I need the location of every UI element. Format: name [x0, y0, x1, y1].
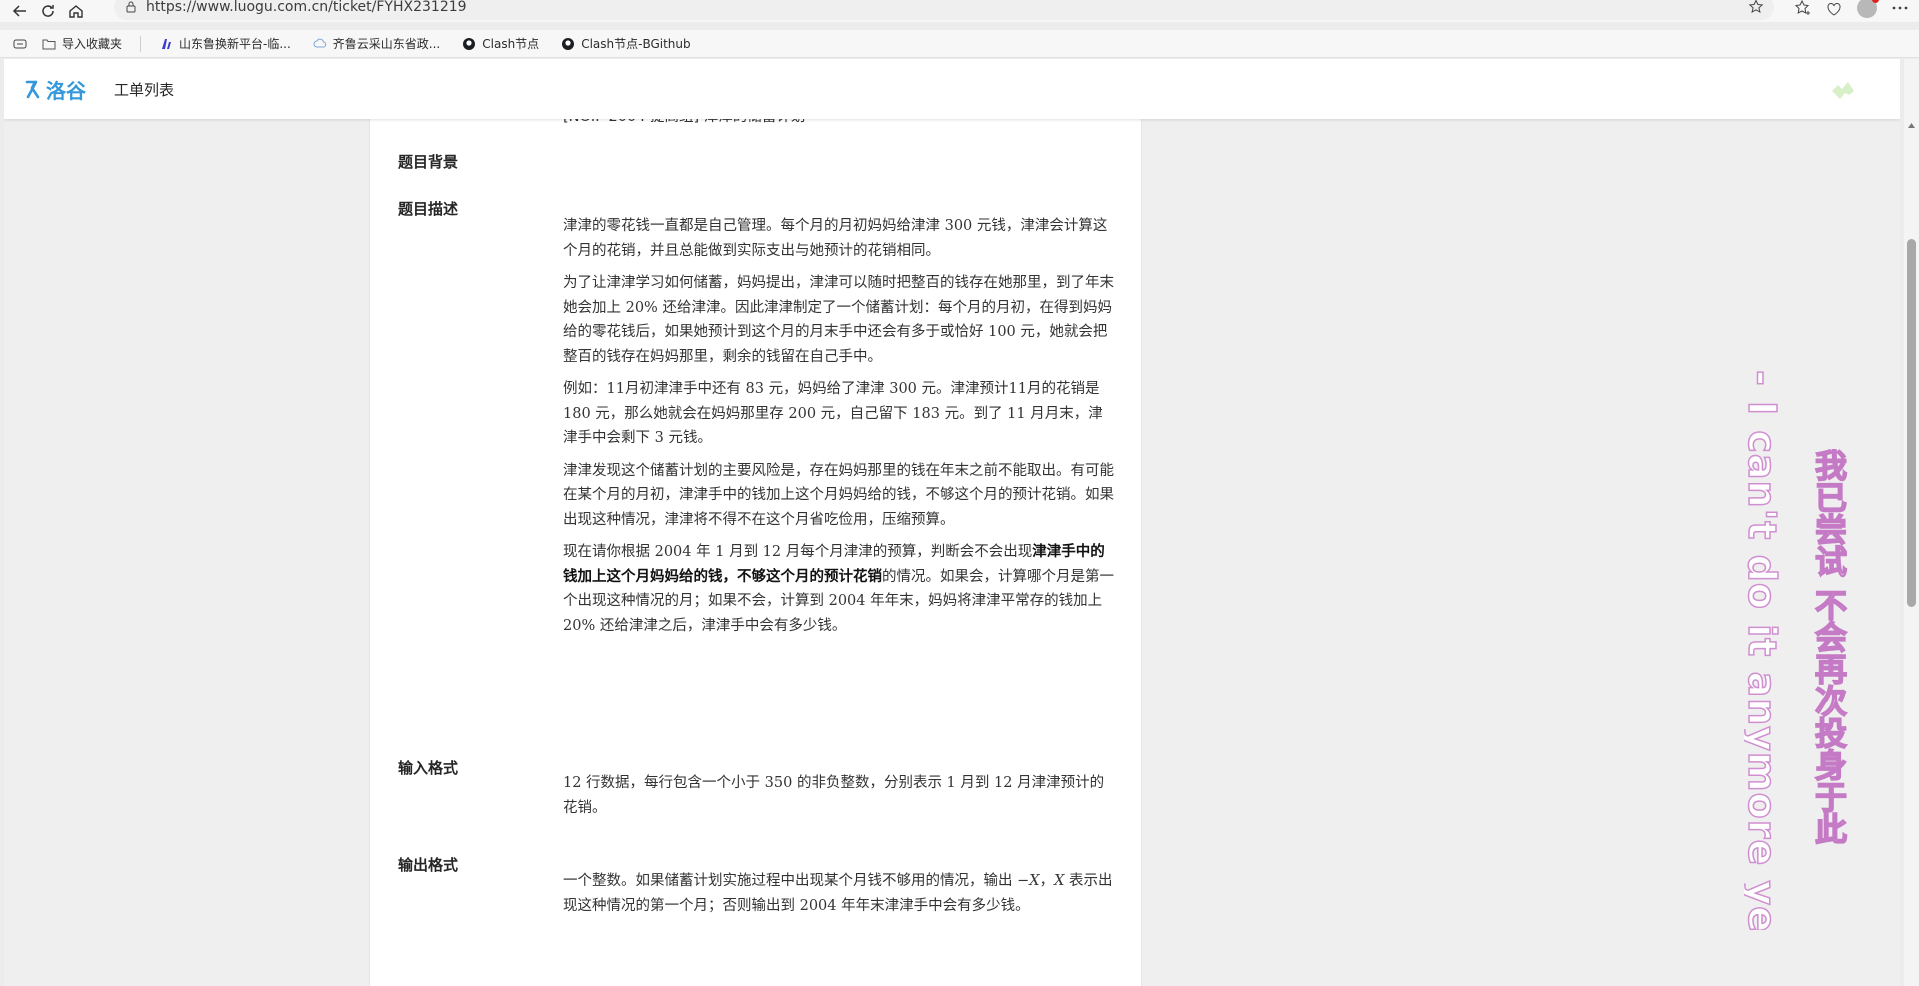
overlay-chinese-text: 我已尝试 不会再次投身于此 [1809, 448, 1849, 845]
problem-card: 题目名称 [NOIP 2004 提高组] 津津的储蓄计划 题目背景 题目描述 津… [369, 91, 1142, 986]
page-viewport: 洛谷 工单列表 题目名称 [NOIP 2004 提高组] 津津的储蓄计划 题目背… [4, 59, 1900, 986]
page-scrollbar[interactable] [1904, 59, 1919, 986]
scroll-up-icon[interactable] [1907, 121, 1916, 130]
browser-essentials-icon[interactable] [1825, 0, 1843, 17]
browser-toolbar: https://www.luogu.com.cn/ticket/FYHX2312… [0, 0, 1919, 22]
description-paragraph: 例如：11月初津津手中还有 83 元，妈妈给了津津 300 元。津津预计11月的… [563, 381, 1103, 446]
site-icon [162, 38, 172, 49]
description-label: 题目描述 [398, 200, 459, 218]
nav-ticket-list[interactable]: 工单列表 [114, 79, 174, 100]
description-paragraph: 为了让津津学习如何储蓄，妈妈提出，津津可以随时把整百的钱存在她那里，到了年末她会… [563, 275, 1114, 365]
bookmark-clash-bgithub[interactable]: Clash节点-BGithub [553, 32, 698, 56]
bookmark-shandong[interactable]: 山东鲁换新平台-临... [151, 32, 299, 56]
luogu-logo-icon [25, 80, 40, 99]
luogu-logo[interactable]: 洛谷 [24, 75, 86, 104]
description-paragraph: 津津发现这个储蓄计划的主要风险是，存在妈妈那里的钱在年末之前不能取出。有可能在某… [563, 462, 1114, 528]
math-x: X [1054, 873, 1065, 889]
bookmarks-bar: 导入收藏夹 山东鲁换新平台-临... 齐鲁云采山东省政... Clash节点 C… [0, 30, 1919, 58]
home-icon[interactable] [62, 0, 90, 22]
url-text: https://www.luogu.com.cn/ticket/FYHX2312… [146, 0, 467, 15]
favorite-star-icon[interactable] [1748, 0, 1764, 15]
address-bar[interactable]: https://www.luogu.com.cn/ticket/FYHX2312… [114, 0, 1774, 20]
output-format-body: 一个整数。如果储蓄计划实施过程中出现某个月钱不够用的情况，输出 −X，X 表示出… [563, 873, 1113, 914]
github-icon [562, 37, 575, 50]
favorites-icon[interactable] [1793, 0, 1811, 17]
description-body: 津津的零花钱一直都是自己管理。每个月的月初妈妈给津津 300 元钱，津津会计算这… [563, 214, 1115, 646]
logo-text: 洛谷 [46, 78, 86, 103]
description-paragraph: 现在请你根据 2004 年 1 月到 12 月每个月津津的预算，判断会不会出现津… [563, 543, 1114, 634]
math-negative-x: −X [1017, 873, 1040, 889]
description-paragraph: 津津的零花钱一直都是自己管理。每个月的月初妈妈给津津 300 元钱，津津会计算这… [563, 218, 1108, 259]
bookmark-import[interactable]: 导入收藏夹 [34, 32, 130, 56]
bookmark-clash[interactable]: Clash节点 [454, 32, 547, 56]
bookmark-qilu[interactable]: 齐鲁云采山东省政... [305, 32, 448, 56]
bookmark-divider [140, 35, 142, 52]
scrollbar-thumb[interactable] [1907, 239, 1916, 607]
folder-icon [42, 39, 56, 49]
site-header: 洛谷 工单列表 [4, 59, 1900, 119]
output-format-label: 输出格式 [398, 856, 459, 874]
input-format-body: 12 行数据，每行包含一个小于 350 的非负整数，分别表示 1 月到 12 月… [563, 775, 1105, 816]
profile-avatar[interactable] [1857, 0, 1879, 18]
browser-extensions [1793, 0, 1919, 20]
more-menu-icon[interactable] [1891, 0, 1909, 17]
cloud-icon [313, 38, 327, 47]
background-label: 题目背景 [398, 153, 459, 171]
lock-icon [126, 1, 136, 13]
overlay-english-text: - I can't do it anymore yeah ! [1744, 370, 1784, 930]
back-icon[interactable] [6, 0, 34, 22]
reload-icon[interactable] [34, 0, 62, 22]
decoration-icon [1832, 82, 1854, 99]
github-icon [463, 37, 476, 50]
tab-actions-icon[interactable] [12, 36, 28, 52]
input-format-label: 输入格式 [398, 759, 459, 777]
